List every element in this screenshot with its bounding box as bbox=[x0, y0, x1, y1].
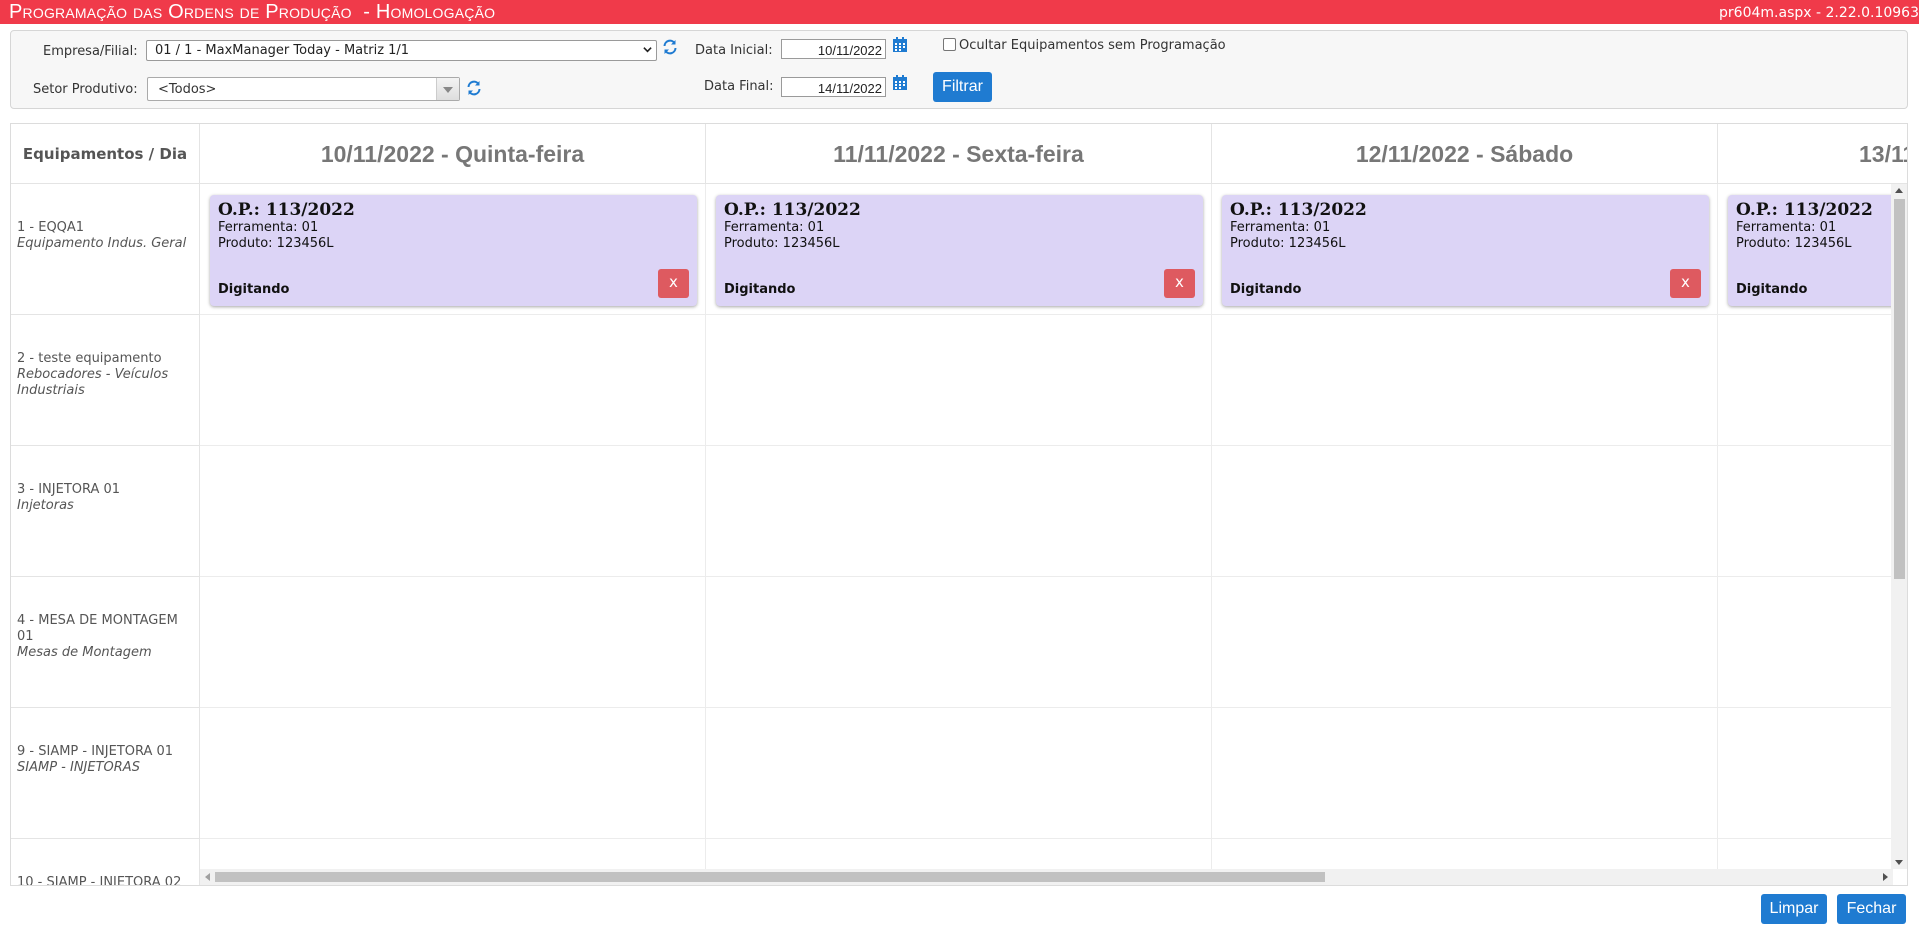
horizontal-scroll-thumb[interactable] bbox=[215, 872, 1325, 882]
empresa-select-value: 01 / 1 - MaxManager Today - Matriz 1/1 bbox=[155, 43, 410, 58]
op-card[interactable]: O.P.: 113/2022 Ferramenta: 01 Produto: 1… bbox=[1222, 195, 1709, 306]
equipment-desc: SIAMP - INJETORAS bbox=[17, 760, 140, 775]
equipment-desc: Injetoras bbox=[17, 498, 74, 513]
schedule-cell[interactable] bbox=[1212, 708, 1718, 839]
setor-select-value: <Todos> bbox=[158, 82, 217, 97]
data-inicial-label: Data Inicial: bbox=[695, 43, 773, 58]
op-status: Digitando bbox=[1736, 282, 1808, 297]
version-label: pr604m.aspx - 2.22.0.10963 bbox=[1719, 5, 1919, 21]
schedule-cell[interactable] bbox=[706, 708, 1212, 839]
calendar-icon[interactable] bbox=[892, 36, 908, 53]
op-ferramenta: Ferramenta: 01 bbox=[1736, 220, 1837, 235]
day-header: 12/11/2022 - Sábado bbox=[1212, 124, 1718, 184]
schedule-cell[interactable] bbox=[200, 577, 706, 708]
op-card[interactable]: O.P.: 113/2022 Ferramenta: 01 Produto: 1… bbox=[1728, 195, 1907, 306]
setor-label: Setor Produtivo: bbox=[33, 82, 138, 97]
remove-op-button[interactable]: x bbox=[1164, 269, 1195, 298]
schedule-cell[interactable] bbox=[1718, 708, 1907, 839]
day-header: 11/11/2022 - Sexta-feira bbox=[706, 124, 1212, 184]
grid-header-equipamentos: Equipamentos / Dia bbox=[11, 124, 200, 184]
op-number: O.P.: 113/2022 bbox=[1230, 200, 1367, 220]
op-number: O.P.: 113/2022 bbox=[724, 200, 861, 220]
data-final-input[interactable] bbox=[781, 77, 886, 97]
equipment-row: 4 - MESA DE MONTAGEM 01 Mesas de Montage… bbox=[11, 577, 200, 708]
refresh-icon[interactable] bbox=[661, 38, 679, 56]
schedule-cell[interactable] bbox=[1212, 315, 1718, 446]
refresh-icon[interactable] bbox=[465, 79, 483, 97]
equipment-row: 3 - INJETORA 01 Injetoras bbox=[11, 446, 200, 577]
ocultar-label: Ocultar Equipamentos sem Programação bbox=[959, 38, 1226, 53]
remove-op-button[interactable]: x bbox=[1670, 269, 1701, 298]
schedule-cell[interactable] bbox=[1718, 446, 1907, 577]
schedule-cell[interactable] bbox=[200, 446, 706, 577]
op-status: Digitando bbox=[724, 282, 796, 297]
op-card[interactable]: O.P.: 113/2022 Ferramenta: 01 Produto: 1… bbox=[716, 195, 1203, 306]
schedule-cell[interactable] bbox=[706, 577, 1212, 708]
equipment-name: 4 - MESA DE MONTAGEM 01 bbox=[17, 613, 178, 644]
schedule-cell[interactable] bbox=[1718, 577, 1907, 708]
filter-panel: Empresa/Filial: 01 / 1 - MaxManager Toda… bbox=[10, 30, 1908, 109]
fechar-button[interactable]: Fechar bbox=[1837, 894, 1906, 924]
schedule-grid: Equipamentos / Dia 10/11/2022 - Quinta-f… bbox=[10, 123, 1908, 886]
empresa-label: Empresa/Filial: bbox=[43, 44, 138, 59]
calendar-icon[interactable] bbox=[892, 74, 908, 91]
op-produto: Produto: 123456L bbox=[1230, 236, 1346, 251]
schedule-cell[interactable] bbox=[200, 708, 706, 839]
op-card[interactable]: O.P.: 113/2022 Ferramenta: 01 Produto: 1… bbox=[210, 195, 697, 306]
schedule-cell[interactable]: O.P.: 113/2022 Ferramenta: 01 Produto: 1… bbox=[1212, 184, 1718, 315]
ocultar-checkbox[interactable] bbox=[943, 38, 956, 51]
scroll-up-icon[interactable] bbox=[1895, 188, 1903, 193]
horizontal-scrollbar[interactable] bbox=[200, 869, 1893, 885]
vertical-scroll-thumb[interactable] bbox=[1894, 199, 1905, 579]
equipment-row: 10 - SIAMP - INJETORA 02 bbox=[11, 839, 200, 886]
op-produto: Produto: 123456L bbox=[1736, 236, 1852, 251]
op-produto: Produto: 123456L bbox=[724, 236, 840, 251]
op-produto: Produto: 123456L bbox=[218, 236, 334, 251]
equipment-desc: Mesas de Montagem bbox=[17, 645, 152, 660]
op-ferramenta: Ferramenta: 01 bbox=[218, 220, 319, 235]
equipment-row: 9 - SIAMP - INJETORA 01 SIAMP - INJETORA… bbox=[11, 708, 200, 839]
schedule-cell[interactable] bbox=[1212, 446, 1718, 577]
equipment-desc: Rebocadores - Veículos Industriais bbox=[17, 367, 169, 398]
schedule-cell[interactable] bbox=[1718, 315, 1907, 446]
data-inicial-input[interactable] bbox=[781, 39, 886, 59]
equipment-row: 1 - EQQA1 Equipamento Indus. Geral bbox=[11, 184, 200, 315]
schedule-cell[interactable] bbox=[706, 446, 1212, 577]
filtrar-button[interactable]: Filtrar bbox=[933, 72, 992, 102]
chevron-down-icon bbox=[436, 78, 459, 100]
day-header: 10/11/2022 - Quinta-feira bbox=[200, 124, 706, 184]
page-title: Programação das Ordens de Produção - Hom… bbox=[9, 1, 496, 23]
scroll-down-icon[interactable] bbox=[1895, 860, 1903, 865]
equipment-row: 2 - teste equipamento Rebocadores - Veíc… bbox=[11, 315, 200, 446]
empresa-select[interactable]: 01 / 1 - MaxManager Today - Matriz 1/1 bbox=[146, 40, 657, 61]
schedule-cell[interactable]: O.P.: 113/2022 Ferramenta: 01 Produto: 1… bbox=[1718, 184, 1907, 315]
title-bar: Programação das Ordens de Produção - Hom… bbox=[0, 0, 1919, 24]
equipment-name: 3 - INJETORA 01 bbox=[17, 482, 121, 497]
op-number: O.P.: 113/2022 bbox=[218, 200, 355, 220]
equipment-name: 1 - EQQA1 bbox=[17, 220, 85, 235]
chevron-down-icon bbox=[643, 47, 652, 53]
op-ferramenta: Ferramenta: 01 bbox=[1230, 220, 1331, 235]
equipment-desc: Equipamento Indus. Geral bbox=[17, 236, 187, 251]
remove-op-button[interactable]: x bbox=[658, 269, 689, 298]
op-number: O.P.: 113/2022 bbox=[1736, 200, 1873, 220]
equipment-name: 9 - SIAMP - INJETORA 01 bbox=[17, 744, 174, 759]
schedule-cell[interactable] bbox=[706, 315, 1212, 446]
equipment-name: 10 - SIAMP - INJETORA 02 bbox=[17, 875, 182, 886]
schedule-cell[interactable]: O.P.: 113/2022 Ferramenta: 01 Produto: 1… bbox=[200, 184, 706, 315]
schedule-cell[interactable] bbox=[1212, 577, 1718, 708]
limpar-button[interactable]: Limpar bbox=[1761, 894, 1827, 924]
op-status: Digitando bbox=[1230, 282, 1302, 297]
op-status: Digitando bbox=[218, 282, 290, 297]
data-final-label: Data Final: bbox=[704, 79, 774, 94]
vertical-scrollbar[interactable] bbox=[1891, 184, 1907, 869]
scroll-left-icon[interactable] bbox=[205, 873, 210, 881]
schedule-cell[interactable] bbox=[200, 315, 706, 446]
equipment-name: 2 - teste equipamento bbox=[17, 351, 162, 366]
day-header: 13/11/2022 - Domingo bbox=[1718, 124, 1907, 184]
op-ferramenta: Ferramenta: 01 bbox=[724, 220, 825, 235]
scroll-right-icon[interactable] bbox=[1883, 873, 1888, 881]
setor-select[interactable]: <Todos> bbox=[147, 77, 460, 101]
schedule-cell[interactable]: O.P.: 113/2022 Ferramenta: 01 Produto: 1… bbox=[706, 184, 1212, 315]
